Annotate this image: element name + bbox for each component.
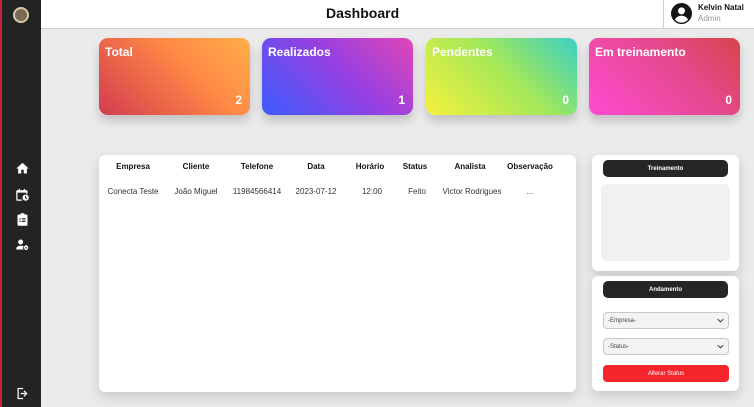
column-header-data[interactable]: Data: [307, 162, 324, 171]
stat-card-value: 0: [562, 93, 569, 107]
column-header-cliente[interactable]: Cliente: [183, 162, 210, 171]
stat-card-value: 2: [235, 93, 242, 107]
treinamento-content: [601, 184, 730, 261]
alterar-status-button[interactable]: Alterar Status: [603, 365, 729, 382]
calendar-clock-icon[interactable]: [14, 186, 30, 202]
column-header-horario[interactable]: Horário: [356, 162, 384, 171]
user-name: Kelvin Natal: [698, 3, 744, 12]
table-cell: 12:00: [361, 187, 383, 196]
andamento-header: Andamento: [603, 281, 728, 298]
schedule-table: Empresa Cliente Telefone Data Horário St…: [99, 155, 576, 392]
page-title: Dashboard: [326, 5, 400, 21]
sidebar: [0, 0, 41, 407]
chevron-down-icon: [717, 318, 724, 323]
top-bar: Dashboard Kelvin Natal Admin: [41, 0, 754, 29]
stat-card-em-treinamento: Em treinamento 0: [589, 38, 740, 115]
column-header-empresa[interactable]: Empresa: [116, 162, 150, 171]
avatar-icon: [671, 3, 692, 24]
stat-card-value: 0: [725, 93, 732, 107]
table-cell: Victor Rodrigues: [442, 187, 502, 196]
column-header-analista[interactable]: Analista: [454, 162, 485, 171]
table-cell: Conecta Teste: [107, 187, 159, 196]
empresa-select-value: -Empresa-: [608, 317, 637, 324]
table-cell: João Miguel: [174, 187, 218, 196]
stat-card-title: Em treinamento: [595, 45, 686, 59]
home-icon[interactable]: [14, 160, 30, 176]
treinamento-panel: Treinamento: [592, 155, 739, 271]
logout-icon[interactable]: [14, 385, 30, 401]
stat-card-title: Pendentes: [432, 45, 493, 59]
status-select[interactable]: -Status-: [603, 338, 729, 355]
treinamento-header: Treinamento: [603, 160, 728, 177]
stat-card-value: 1: [398, 93, 405, 107]
table-cell: 2023-07-12: [295, 187, 337, 196]
clipboard-icon[interactable]: [14, 211, 30, 227]
stat-card-total: Total 2: [99, 38, 250, 115]
table-cell: 11984566414: [232, 187, 282, 196]
andamento-panel: Andamento -Empresa- -Status- Alterar Sta…: [592, 276, 739, 391]
empresa-select[interactable]: -Empresa-: [603, 312, 729, 329]
column-header-status[interactable]: Status: [403, 162, 427, 171]
user-menu[interactable]: Kelvin Natal Admin: [663, 0, 754, 29]
status-select-value: -Status-: [608, 343, 630, 350]
stat-card-realizados: Realizados 1: [262, 38, 413, 115]
stat-card-pendentes: Pendentes 0: [426, 38, 577, 115]
table-cell: Feito: [408, 187, 426, 196]
column-header-observacao[interactable]: Observação: [507, 162, 553, 171]
chevron-down-icon: [717, 344, 724, 349]
column-header-telefone[interactable]: Telefone: [241, 162, 273, 171]
table-cell: ...: [526, 187, 534, 196]
stat-card-title: Total: [105, 45, 133, 59]
user-role: Admin: [698, 14, 721, 23]
stat-card-title: Realizados: [268, 45, 331, 59]
user-gear-icon[interactable]: [14, 236, 30, 252]
logo-icon: [13, 7, 29, 23]
